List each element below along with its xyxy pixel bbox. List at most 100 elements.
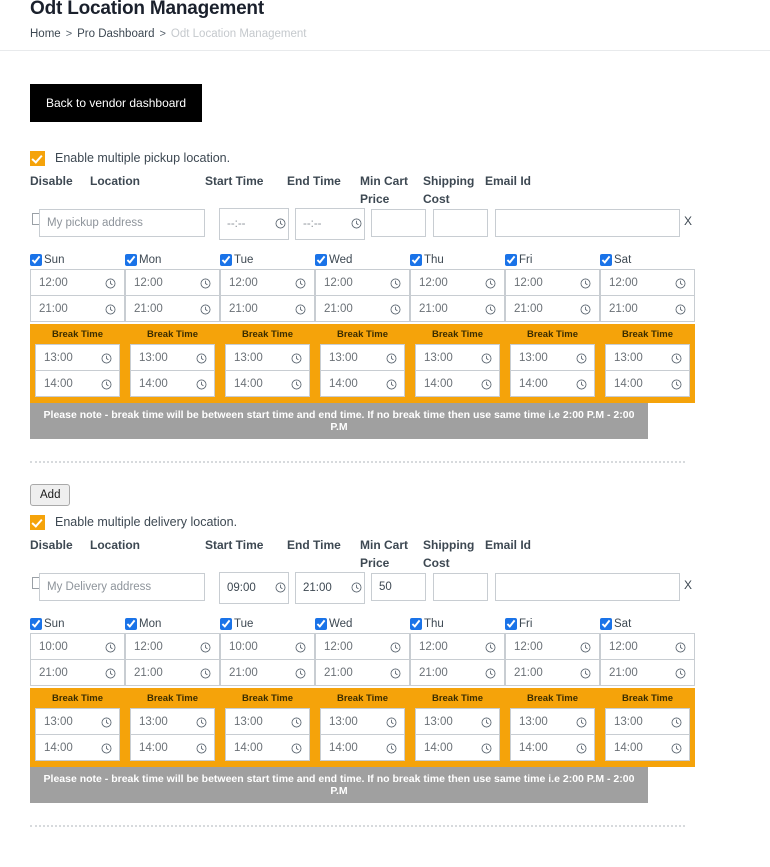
- day-checkbox-thu[interactable]: [410, 618, 422, 630]
- pickup-sun-break-start[interactable]: 13:00: [35, 344, 120, 371]
- pickup-thu-close-time[interactable]: 21:00: [410, 295, 505, 322]
- breadcrumb-item-home[interactable]: Home: [30, 28, 61, 40]
- delivery-wed-break-start[interactable]: 13:00: [320, 708, 405, 735]
- delivery-mon-open-time[interactable]: 12:00: [125, 633, 220, 660]
- pickup-wed-open-time[interactable]: 12:00: [315, 269, 410, 296]
- delivery-fri-open-time[interactable]: 12:00: [505, 633, 600, 660]
- delivery-mon-break-start[interactable]: 13:00: [130, 708, 215, 735]
- delivery-fri-break-end[interactable]: 14:00: [510, 734, 595, 761]
- pickup-mon-break-end[interactable]: 14:00: [130, 370, 215, 397]
- pickup-sat-open-time[interactable]: 12:00: [600, 269, 695, 296]
- delivery-wed-close-time[interactable]: 21:00: [315, 659, 410, 686]
- delivery-thu-break-start[interactable]: 13:00: [415, 708, 500, 735]
- day-checkbox-mon[interactable]: [125, 254, 137, 266]
- delivery-min-cart-price-input[interactable]: [371, 573, 426, 601]
- day-checkbox-sun[interactable]: [30, 618, 42, 630]
- pickup-sat-close-time[interactable]: 21:00: [600, 295, 695, 322]
- delivery-fri-close-time[interactable]: 21:00: [505, 659, 600, 686]
- pickup-location-input[interactable]: [39, 209, 205, 237]
- delivery-sun-break-start[interactable]: 13:00: [35, 708, 120, 735]
- delivery-end-time-input[interactable]: [295, 572, 365, 604]
- delivery-remove-row-button[interactable]: X: [684, 578, 692, 592]
- delivery-thu-open-time[interactable]: 12:00: [410, 633, 505, 660]
- day-toggle-sun[interactable]: Sun: [30, 250, 125, 270]
- day-toggle-mon[interactable]: Mon: [125, 614, 220, 634]
- delivery-thu-close-time[interactable]: 21:00: [410, 659, 505, 686]
- day-toggle-tue[interactable]: Tue: [220, 614, 315, 634]
- pickup-fri-open-time[interactable]: 12:00: [505, 269, 600, 296]
- day-checkbox-sun[interactable]: [30, 254, 42, 266]
- day-checkbox-wed[interactable]: [315, 254, 327, 266]
- pickup-sat-break-end[interactable]: 14:00: [605, 370, 690, 397]
- day-checkbox-wed[interactable]: [315, 618, 327, 630]
- pickup-mon-close-time[interactable]: 21:00: [125, 295, 220, 322]
- pickup-email-id-input[interactable]: [495, 209, 680, 237]
- delivery-mon-close-time[interactable]: 21:00: [125, 659, 220, 686]
- pickup-end-time-input[interactable]: [295, 208, 365, 240]
- pickup-remove-row-button[interactable]: X: [684, 214, 692, 228]
- pickup-wed-break-start[interactable]: 13:00: [320, 344, 405, 371]
- day-toggle-thu[interactable]: Thu: [410, 250, 505, 270]
- delivery-start-time-input[interactable]: [219, 572, 289, 604]
- day-toggle-fri[interactable]: Fri: [505, 250, 600, 270]
- delivery-sat-break-start[interactable]: 13:00: [605, 708, 690, 735]
- add-location-button[interactable]: Add: [30, 484, 71, 506]
- pickup-thu-open-time[interactable]: 12:00: [410, 269, 505, 296]
- delivery-tue-break-start[interactable]: 13:00: [225, 708, 310, 735]
- pickup-tue-open-time[interactable]: 12:00: [220, 269, 315, 296]
- pickup-sat-break-start[interactable]: 13:00: [605, 344, 690, 371]
- delivery-tue-open-time[interactable]: 10:00: [220, 633, 315, 660]
- day-checkbox-sat[interactable]: [600, 254, 612, 266]
- day-toggle-thu[interactable]: Thu: [410, 614, 505, 634]
- enable-multiple-pickup-checkbox[interactable]: [30, 150, 45, 166]
- pickup-tue-close-time[interactable]: 21:00: [220, 295, 315, 322]
- day-checkbox-mon[interactable]: [125, 618, 137, 630]
- pickup-min-cart-price-input[interactable]: [371, 209, 426, 237]
- day-toggle-wed[interactable]: Wed: [315, 250, 410, 270]
- pickup-mon-break-start[interactable]: 13:00: [130, 344, 215, 371]
- pickup-start-time-input[interactable]: [219, 208, 289, 240]
- pickup-sun-open-time[interactable]: 12:00: [30, 269, 125, 296]
- pickup-fri-break-start[interactable]: 13:00: [510, 344, 595, 371]
- delivery-location-input[interactable]: [39, 573, 205, 601]
- pickup-shipping-cost-input[interactable]: [433, 209, 488, 237]
- pickup-fri-close-time[interactable]: 21:00: [505, 295, 600, 322]
- delivery-sun-close-time[interactable]: 21:00: [30, 659, 125, 686]
- day-checkbox-fri[interactable]: [505, 254, 517, 266]
- day-toggle-fri[interactable]: Fri: [505, 614, 600, 634]
- delivery-fri-break-start[interactable]: 13:00: [510, 708, 595, 735]
- back-to-vendor-dashboard-button[interactable]: Back to vendor dashboard: [30, 84, 203, 122]
- pickup-tue-break-start[interactable]: 13:00: [225, 344, 310, 371]
- delivery-wed-break-end[interactable]: 14:00: [320, 734, 405, 761]
- pickup-fri-break-end[interactable]: 14:00: [510, 370, 595, 397]
- pickup-tue-break-end[interactable]: 14:00: [225, 370, 310, 397]
- delivery-sat-break-end[interactable]: 14:00: [605, 734, 690, 761]
- day-checkbox-tue[interactable]: [220, 254, 232, 266]
- day-checkbox-sat[interactable]: [600, 618, 612, 630]
- pickup-sun-break-end[interactable]: 14:00: [35, 370, 120, 397]
- delivery-shipping-cost-input[interactable]: [433, 573, 488, 601]
- day-checkbox-thu[interactable]: [410, 254, 422, 266]
- day-checkbox-tue[interactable]: [220, 618, 232, 630]
- day-toggle-sun[interactable]: Sun: [30, 614, 125, 634]
- day-toggle-sat[interactable]: Sat: [600, 250, 695, 270]
- delivery-mon-break-end[interactable]: 14:00: [130, 734, 215, 761]
- pickup-thu-break-start[interactable]: 13:00: [415, 344, 500, 371]
- enable-multiple-delivery-checkbox[interactable]: [30, 514, 45, 530]
- delivery-sun-break-end[interactable]: 14:00: [35, 734, 120, 761]
- delivery-tue-close-time[interactable]: 21:00: [220, 659, 315, 686]
- pickup-thu-break-end[interactable]: 14:00: [415, 370, 500, 397]
- delivery-sat-open-time[interactable]: 12:00: [600, 633, 695, 660]
- pickup-mon-open-time[interactable]: 12:00: [125, 269, 220, 296]
- breadcrumb-item-pro-dashboard[interactable]: Pro Dashboard: [77, 28, 154, 40]
- delivery-wed-open-time[interactable]: 12:00: [315, 633, 410, 660]
- day-checkbox-fri[interactable]: [505, 618, 517, 630]
- delivery-tue-break-end[interactable]: 14:00: [225, 734, 310, 761]
- delivery-email-id-input[interactable]: [495, 573, 680, 601]
- day-toggle-mon[interactable]: Mon: [125, 250, 220, 270]
- day-toggle-wed[interactable]: Wed: [315, 614, 410, 634]
- day-toggle-sat[interactable]: Sat: [600, 614, 695, 634]
- pickup-sun-close-time[interactable]: 21:00: [30, 295, 125, 322]
- delivery-sun-open-time[interactable]: 10:00: [30, 633, 125, 660]
- day-toggle-tue[interactable]: Tue: [220, 250, 315, 270]
